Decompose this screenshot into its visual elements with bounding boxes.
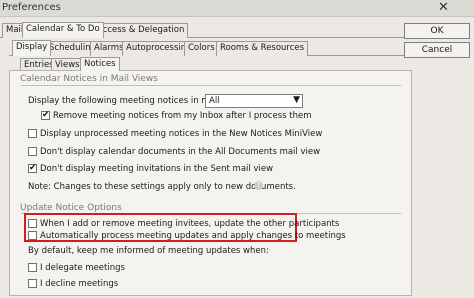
- tab-access-delegation[interactable]: Access & Delegation: [93, 23, 189, 38]
- cancel-button[interactable]: Cancel: [404, 42, 470, 58]
- ok-button[interactable]: OK: [404, 23, 470, 39]
- tab-rooms-resources[interactable]: Rooms & Resources: [216, 41, 309, 56]
- section-divider: [21, 85, 401, 86]
- tab-notices[interactable]: Notices: [80, 57, 120, 71]
- unprocessed-miniview-checkbox[interactable]: [28, 129, 37, 138]
- tab-colors[interactable]: Colors: [184, 41, 219, 56]
- auto-process-label: Automatically process meeting updates an…: [40, 231, 346, 241]
- no-calendar-docs-label: Don't display calendar documents in the …: [40, 147, 321, 157]
- update-participants-label: When I add or remove meeting invitees, u…: [40, 219, 340, 229]
- delegate-meetings-checkbox[interactable]: [28, 263, 37, 272]
- help-icon[interactable]: ?: [254, 181, 263, 190]
- remove-notices-label: Remove meeting notices from my Inbox aft…: [53, 111, 312, 121]
- unprocessed-miniview-label: Display unprocessed meeting notices in t…: [40, 129, 323, 139]
- close-icon[interactable]: ✕: [438, 0, 449, 15]
- window-title: Preferences: [2, 2, 61, 13]
- decline-meetings-label: I decline meetings: [40, 279, 119, 289]
- calendar-notices-title: Calendar Notices in Mail Views: [20, 74, 158, 84]
- no-calendar-docs-checkbox[interactable]: [28, 147, 37, 156]
- display-notices-select[interactable]: All ▼: [205, 94, 303, 108]
- auto-process-checkbox[interactable]: [28, 231, 37, 240]
- update-notice-title: Update Notice Options: [20, 203, 122, 213]
- no-invitations-label: Don't display meeting invitations in the…: [40, 164, 274, 174]
- update-participants-checkbox[interactable]: [28, 219, 37, 228]
- display-notices-value: All: [209, 96, 220, 106]
- delegate-meetings-label: I delegate meetings: [40, 263, 125, 273]
- decline-meetings-checkbox[interactable]: [28, 279, 37, 288]
- tab-calendar-todo[interactable]: Calendar & To Do: [22, 22, 104, 38]
- title-bar: [0, 0, 474, 17]
- no-invitations-checkbox[interactable]: ✔: [28, 164, 37, 173]
- remove-notices-checkbox[interactable]: ✔: [41, 111, 50, 120]
- keep-informed-label: By default, keep me informed of meeting …: [28, 246, 269, 256]
- chevron-down-icon: ▼: [293, 95, 300, 105]
- tab-display[interactable]: Display: [12, 40, 52, 56]
